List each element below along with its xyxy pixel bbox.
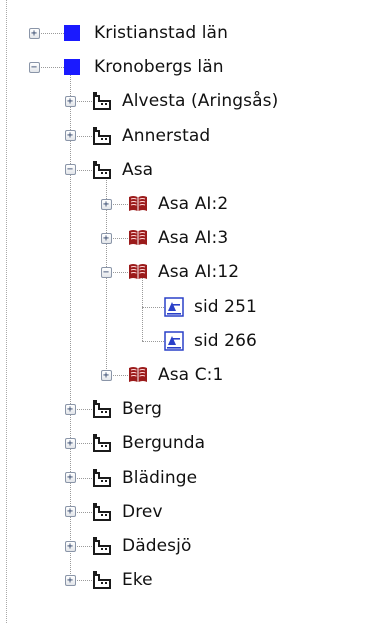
tree-node-label: sid 251 xyxy=(194,296,257,317)
book-icon xyxy=(128,365,148,385)
tree-node-label: Asa C:1 xyxy=(158,365,224,385)
book-icon xyxy=(128,228,148,248)
tree-node-parish[interactable]: Bergunda xyxy=(92,429,205,457)
blue-square-icon xyxy=(62,25,82,41)
tree-node-label: Dädesjö xyxy=(122,536,192,556)
expand-icon[interactable]: + xyxy=(28,27,40,39)
tree-node-parish[interactable]: Berg xyxy=(92,395,162,423)
tree-node-page[interactable]: sid 251 xyxy=(164,293,257,321)
blue-square-icon xyxy=(62,59,82,76)
parish-building-icon xyxy=(92,570,112,590)
tree-node-label: Asa AI:12 xyxy=(158,262,240,283)
tree-connector-line xyxy=(142,278,143,341)
tree-node-parish[interactable]: Eke xyxy=(92,566,153,594)
expand-icon[interactable]: + xyxy=(100,369,112,381)
tree-node-label: Alvesta (Aringsås) xyxy=(122,91,279,112)
tree-node-label: Berg xyxy=(122,399,163,420)
tree-node-label: Asa xyxy=(122,159,154,180)
tree-node-volume[interactable]: Asa C:1 xyxy=(128,361,223,389)
parish-building-icon xyxy=(92,536,112,556)
tree-node-parish[interactable]: Blädinge xyxy=(92,464,197,492)
tree-node-volume[interactable]: Asa AI:12 xyxy=(128,258,239,286)
tree-node-volume[interactable]: Asa AI:3 xyxy=(128,224,228,252)
expand-icon[interactable]: + xyxy=(64,130,76,142)
expand-icon[interactable]: + xyxy=(64,472,76,484)
parish-building-icon xyxy=(92,160,112,180)
collapse-icon[interactable]: − xyxy=(100,266,112,278)
expand-icon[interactable]: + xyxy=(64,540,76,552)
expand-icon[interactable]: + xyxy=(100,198,112,210)
tree-node-label: Kronobergs län xyxy=(94,57,224,78)
tree-node-parish[interactable]: Dädesjö xyxy=(92,532,191,560)
tree-node-label: Kristianstad län xyxy=(94,23,228,43)
tree-node-label: Annerstad xyxy=(122,125,211,146)
parish-building-icon xyxy=(92,126,112,146)
tree-node-page[interactable]: sid 266 xyxy=(164,327,257,355)
tree-node-label: Eke xyxy=(122,570,153,591)
book-icon xyxy=(128,262,148,282)
parish-building-icon xyxy=(92,433,112,453)
expand-icon[interactable]: + xyxy=(64,95,76,107)
expand-icon[interactable]: + xyxy=(64,574,76,586)
tree-node-county[interactable]: Kristianstad län xyxy=(62,19,228,47)
tree-node-volume[interactable]: Asa AI:2 xyxy=(128,190,228,218)
tree-node-parish[interactable]: Asa xyxy=(92,156,153,184)
tree-node-label: Drev xyxy=(122,501,163,522)
collapse-icon[interactable]: − xyxy=(64,164,76,176)
parish-building-icon xyxy=(92,399,112,419)
expand-icon[interactable]: + xyxy=(64,506,76,518)
expand-icon[interactable]: + xyxy=(100,232,112,244)
tree-connector-line xyxy=(70,73,71,581)
tree-node-label: sid 266 xyxy=(194,330,257,351)
page-image-icon xyxy=(164,296,184,317)
tree-node-label: Bergunda xyxy=(122,433,206,454)
expand-icon[interactable]: + xyxy=(64,403,76,415)
tree-branch-line xyxy=(142,306,164,308)
parish-building-icon xyxy=(92,468,112,488)
page-image-icon xyxy=(164,331,184,351)
tree-branch-line xyxy=(142,340,164,342)
book-icon xyxy=(128,194,148,214)
tree-node-label: Blädinge xyxy=(122,467,198,488)
parish-building-icon xyxy=(92,502,112,522)
tree-node-label: Asa AI:2 xyxy=(158,194,229,214)
tree-node-parish[interactable]: Alvesta (Aringsås) xyxy=(92,87,278,115)
tree-node-parish[interactable]: Drev xyxy=(92,498,163,526)
collapse-icon[interactable]: − xyxy=(28,61,40,73)
parish-building-icon xyxy=(92,91,112,111)
expand-icon[interactable]: + xyxy=(64,437,76,449)
archive-tree[interactable]: + Kristianstad län − Kronobergs län + Alvesta… xyxy=(0,0,370,623)
tree-node-label: Asa AI:3 xyxy=(158,228,229,249)
tree-node-parish[interactable]: Annerstad xyxy=(92,122,210,150)
tree-node-county[interactable]: Kronobergs län xyxy=(62,53,224,81)
